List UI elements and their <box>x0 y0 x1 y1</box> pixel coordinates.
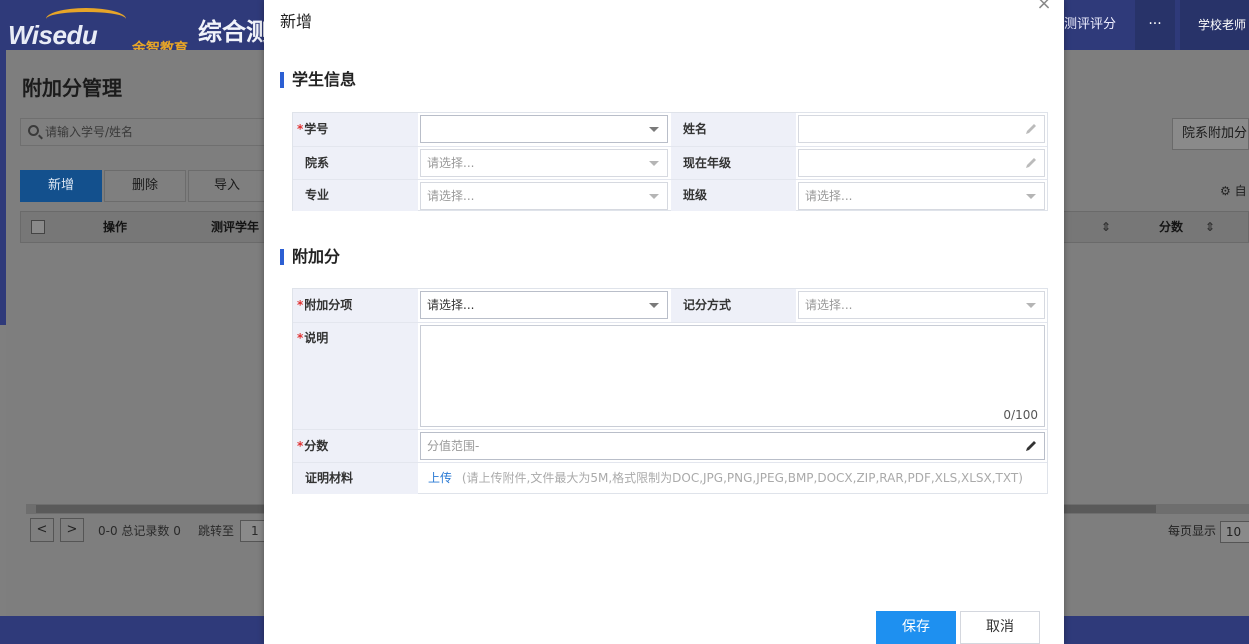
department-select[interactable]: 请选择... <box>420 149 668 177</box>
pencil-icon <box>1026 441 1036 451</box>
pencil-icon <box>1026 124 1036 134</box>
class-select[interactable]: 请选择... <box>798 182 1045 210</box>
grade-field[interactable] <box>798 149 1045 177</box>
form-row: 院系 请选择... 现在年级 <box>293 146 1047 179</box>
jump-label: 跳转至 <box>198 524 235 538</box>
score-form: *附加分项 请选择... 记分方式 请选择... *说明 0/100 *分数 分… <box>292 288 1048 494</box>
cancel-button[interactable]: 取消 <box>960 611 1040 644</box>
chevron-down-icon <box>649 161 659 166</box>
dialog-title: 新增 <box>280 12 313 31</box>
app-title: 综合测 <box>198 18 270 46</box>
major-label: 专业 <box>293 180 418 211</box>
chevron-down-icon <box>649 127 659 132</box>
left-strip <box>0 50 6 325</box>
student-info-section-title: 学生信息 <box>280 70 356 90</box>
proof-label: 证明材料 <box>293 463 418 494</box>
score-input[interactable]: 分值范围- <box>420 432 1045 460</box>
upload-link[interactable]: 上传 <box>428 471 452 485</box>
chevron-down-icon <box>649 303 659 308</box>
record-count: 0-0 总记录数 0 <box>98 524 181 538</box>
desc-textarea[interactable]: 0/100 <box>420 325 1045 427</box>
chevron-down-icon <box>1026 303 1036 308</box>
student-id-label: *学号 <box>293 113 418 146</box>
th-action: 操作 <box>103 220 128 234</box>
th-score: 分数 <box>1159 220 1184 234</box>
page-title: 附加分管理 <box>22 76 122 100</box>
logo-text: Wisedu <box>8 20 98 50</box>
per-page-select[interactable]: 10 <box>1219 520 1249 543</box>
upload-hint: (请上传附件,文件最大为5M,格式限制为DOC,JPG,PNG,JPEG,BMP… <box>461 471 1023 485</box>
select-all-checkbox[interactable] <box>31 220 45 234</box>
chevron-down-icon <box>1026 194 1036 199</box>
search-icon <box>28 125 39 136</box>
user-menu[interactable]: 学校老师 <box>1180 0 1249 50</box>
close-icon[interactable]: × <box>1036 0 1052 13</box>
department-label: 院系 <box>293 147 418 179</box>
sort-icon[interactable]: ⇕ <box>1101 212 1111 242</box>
char-counter: 0/100 <box>1003 408 1038 422</box>
th-year: 测评学年 <box>211 220 260 234</box>
form-row: *附加分项 请选择... 记分方式 请选择... <box>293 289 1047 322</box>
section-title-text: 附加分 <box>292 247 341 266</box>
score-label: *分数 <box>293 430 418 462</box>
section-title-text: 学生信息 <box>292 70 357 89</box>
add-button[interactable]: 新增 <box>20 170 102 202</box>
department-score-tab[interactable]: 院系附加分 <box>1172 118 1249 150</box>
column-settings[interactable]: ⚙ 自 <box>1220 182 1247 199</box>
upload-area: 上传 (请上传附件,文件最大为5M,格式限制为DOC,JPG,PNG,JPEG,… <box>428 463 1023 494</box>
item-select[interactable]: 请选择... <box>420 291 668 319</box>
per-page: 每页显示 10 <box>1168 518 1249 544</box>
search-placeholder: 请输入学号/姓名 <box>45 125 134 139</box>
form-row: 专业 请选择... 班级 请选择... <box>293 179 1047 211</box>
grade-label: 现在年级 <box>671 147 796 179</box>
name-field[interactable] <box>798 115 1045 143</box>
method-select[interactable]: 请选择... <box>798 291 1045 319</box>
score-section-title: 附加分 <box>280 247 340 267</box>
student-info-form: *学号 姓名 院系 请选择... 现在年级 专业 请选择... 班级 请选择..… <box>292 112 1048 211</box>
form-row: *学号 姓名 <box>293 113 1047 146</box>
save-button[interactable]: 保存 <box>876 611 956 644</box>
major-select[interactable]: 请选择... <box>420 182 668 210</box>
pencil-icon <box>1026 158 1036 168</box>
name-label: 姓名 <box>671 113 796 146</box>
per-page-label: 每页显示 <box>1168 524 1217 538</box>
search-input[interactable]: 请输入学号/姓名 <box>20 118 270 146</box>
item-label: *附加分项 <box>293 289 418 322</box>
more-menu-button[interactable]: ··· <box>1135 0 1175 50</box>
class-label: 班级 <box>671 180 796 211</box>
desc-label: *说明 <box>293 323 418 429</box>
method-label: 记分方式 <box>671 289 796 322</box>
section-marker <box>280 249 284 265</box>
import-button[interactable]: 导入 <box>188 170 266 202</box>
form-row: *说明 0/100 <box>293 322 1047 429</box>
section-marker <box>280 72 284 88</box>
add-dialog: 新增 × 学生信息 *学号 姓名 院系 请选择... 现在年级 专业 请选择..… <box>264 0 1064 644</box>
next-page-button[interactable]: > <box>60 518 84 542</box>
student-id-select[interactable] <box>420 115 668 143</box>
prev-page-button[interactable]: < <box>30 518 54 542</box>
delete-button[interactable]: 删除 <box>104 170 186 202</box>
form-row: 证明材料 上传 (请上传附件,文件最大为5M,格式限制为DOC,JPG,PNG,… <box>293 462 1047 494</box>
form-row: *分数 分值范围- <box>293 429 1047 462</box>
sort-icon[interactable]: ⇕ <box>1205 212 1215 242</box>
nav-item-evaluation[interactable]: 测评评分 <box>1064 0 1116 50</box>
chevron-down-icon <box>649 194 659 199</box>
